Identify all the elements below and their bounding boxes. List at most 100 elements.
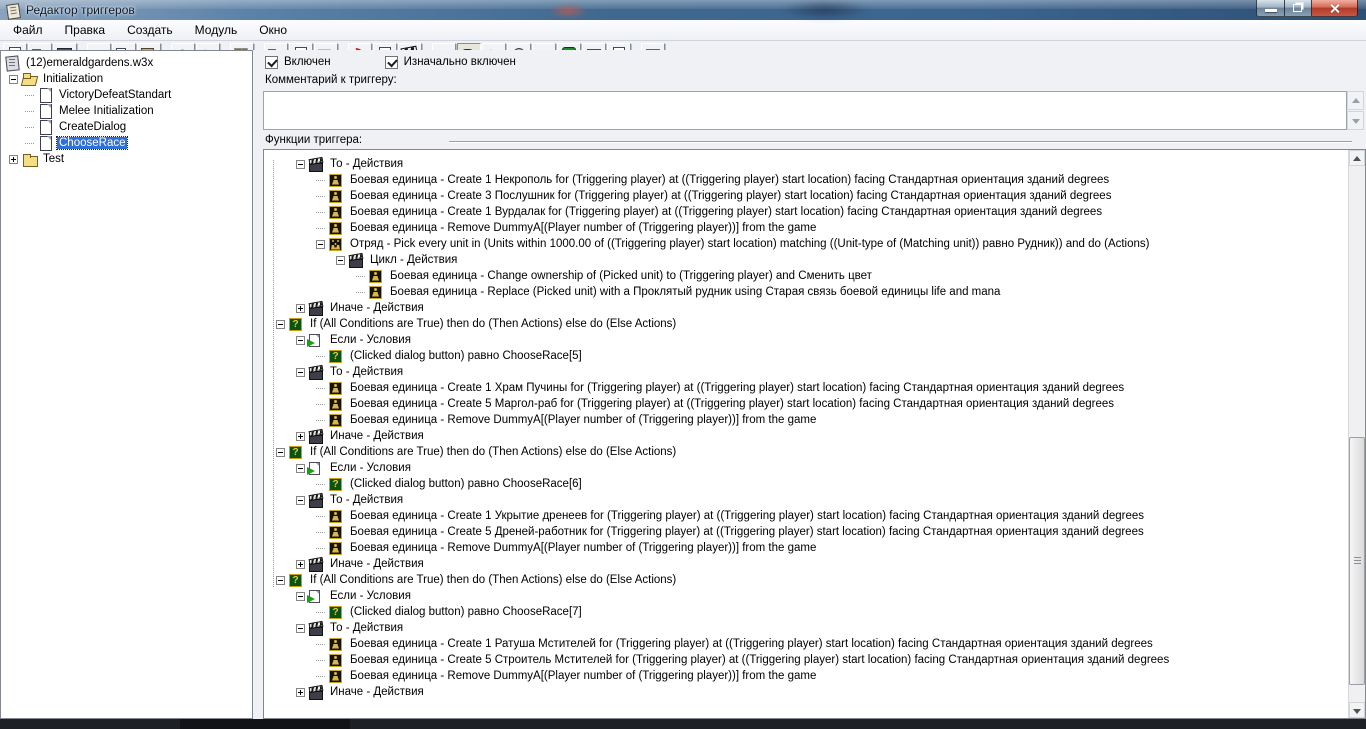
expand-toggle[interactable] [25, 142, 34, 144]
function-row[interactable]: Иначе - Действия [264, 684, 1348, 700]
function-row[interactable]: (Clicked dialog button) равно ChooseRace… [264, 476, 1348, 492]
scroll-down-button[interactable] [1349, 702, 1365, 718]
function-row[interactable]: Боевая единица - Create 3 Послушник for … [264, 188, 1348, 204]
expand-toggle[interactable] [316, 547, 325, 549]
function-row[interactable]: То - Действия [264, 156, 1348, 172]
comment-input[interactable] [263, 91, 1347, 130]
function-row[interactable]: Боевая единица - Remove DummyA[(Player n… [264, 412, 1348, 428]
maximize-button[interactable] [1285, 0, 1312, 17]
function-row[interactable]: If (All Conditions are True) then do (Th… [264, 444, 1348, 460]
function-row[interactable]: Боевая единица - Create 1 Храм Пучины fo… [264, 380, 1348, 396]
function-row[interactable]: If (All Conditions are True) then do (Th… [264, 572, 1348, 588]
expand-toggle[interactable] [296, 463, 305, 473]
expand-toggle[interactable] [296, 159, 305, 169]
category-initialization[interactable]: Initialization [1, 71, 252, 87]
expand-toggle[interactable] [296, 367, 305, 377]
scroll-down-button[interactable] [1347, 111, 1364, 130]
initially-on-checkbox[interactable] [384, 55, 398, 69]
function-row[interactable]: Если - Условия [264, 332, 1348, 348]
function-row[interactable]: Отряд - Pick every unit in (Units within… [264, 236, 1348, 252]
function-row[interactable]: То - Действия [264, 620, 1348, 636]
initially-on-checkbox-group[interactable]: Изначально включен [384, 55, 516, 69]
function-row[interactable]: If (All Conditions are True) then do (Th… [264, 316, 1348, 332]
function-row[interactable]: (Clicked dialog button) равно ChooseRace… [264, 604, 1348, 620]
category-test[interactable]: Test [1, 151, 252, 167]
expand-toggle[interactable] [296, 623, 305, 633]
expand-toggle[interactable] [316, 195, 325, 197]
expand-toggle[interactable] [296, 495, 305, 505]
function-row[interactable]: Боевая единица - Remove DummyA[(Player n… [264, 668, 1348, 684]
expand-toggle[interactable] [316, 643, 325, 645]
function-row[interactable]: Цикл - Действия [264, 252, 1348, 268]
function-row[interactable]: Боевая единица - Create 1 Ратуша Мстител… [264, 636, 1348, 652]
function-row[interactable]: Боевая единица - Create 1 Вурдалак for (… [264, 204, 1348, 220]
enabled-checkbox[interactable] [265, 55, 278, 69]
expand-toggle[interactable] [316, 355, 325, 357]
expand-toggle[interactable] [316, 659, 325, 661]
expand-toggle[interactable] [296, 335, 305, 345]
expand-toggle[interactable] [276, 447, 285, 457]
expand-toggle[interactable] [316, 227, 325, 229]
function-row[interactable]: Боевая единица - Create 5 Строитель Мсти… [264, 652, 1348, 668]
trigger-chooserace[interactable]: ChooseRace [1, 135, 252, 151]
expand-toggle[interactable] [276, 575, 285, 585]
expand-toggle[interactable] [356, 291, 365, 293]
expand-toggle[interactable] [356, 275, 365, 277]
minimize-button[interactable] [1256, 0, 1285, 17]
trigger-createdialog[interactable]: CreateDialog [1, 119, 252, 135]
expand-toggle[interactable] [316, 403, 325, 405]
menu-edit[interactable]: Правка [54, 20, 117, 40]
expand-toggle[interactable] [296, 559, 305, 569]
expand-toggle[interactable] [296, 303, 305, 313]
function-row[interactable]: Иначе - Действия [264, 300, 1348, 316]
expand-toggle[interactable] [336, 255, 345, 265]
panel-splitter[interactable] [253, 50, 261, 719]
menu-file[interactable]: Файл [2, 20, 54, 40]
expand-toggle[interactable] [9, 74, 18, 84]
function-row[interactable]: Если - Условия [264, 460, 1348, 476]
scroll-up-button[interactable] [1347, 91, 1364, 110]
function-row[interactable]: Боевая единица - Remove DummyA[(Player n… [264, 220, 1348, 236]
function-row[interactable]: Боевая единица - Replace (Picked unit) w… [264, 284, 1348, 300]
function-row[interactable]: Боевая единица - Create 5 Маргол-раб for… [264, 396, 1348, 412]
function-row[interactable]: Если - Условия [264, 588, 1348, 604]
function-row[interactable]: Боевая единица - Change ownership of (Pi… [264, 268, 1348, 284]
expand-toggle[interactable] [316, 515, 325, 517]
window-icon[interactable] [6, 3, 21, 18]
trigger-victorydefeatstandart[interactable]: VictoryDefeatStandart [1, 87, 252, 103]
function-row[interactable]: Боевая единица - Create 1 Укрытие дренее… [264, 508, 1348, 524]
close-button[interactable] [1312, 0, 1358, 17]
trigger-melee-initialization[interactable]: Melee Initialization [1, 103, 252, 119]
expand-toggle[interactable] [296, 591, 305, 601]
expand-toggle[interactable] [316, 239, 325, 249]
function-row[interactable]: Боевая единица - Remove DummyA[(Player n… [264, 540, 1348, 556]
expand-toggle[interactable] [316, 179, 325, 181]
expand-toggle[interactable] [276, 319, 285, 329]
expand-toggle[interactable] [316, 675, 325, 677]
scrollbar-thumb[interactable] [1349, 437, 1365, 685]
expand-toggle[interactable] [296, 431, 305, 441]
menu-module[interactable]: Модуль [184, 20, 249, 40]
expand-toggle[interactable] [25, 126, 34, 128]
expand-toggle[interactable] [9, 154, 18, 164]
function-row[interactable]: Боевая единица - Create 5 Дреней-работни… [264, 524, 1348, 540]
expand-toggle[interactable] [316, 611, 325, 613]
expand-toggle[interactable] [296, 687, 305, 697]
expand-toggle[interactable] [316, 211, 325, 213]
function-row[interactable]: То - Действия [264, 492, 1348, 508]
expand-toggle[interactable] [316, 387, 325, 389]
menu-create[interactable]: Создать [116, 20, 184, 40]
function-row[interactable]: (Clicked dialog button) равно ChooseRace… [264, 348, 1348, 364]
function-row[interactable]: Иначе - Действия [264, 556, 1348, 572]
function-row[interactable]: То - Действия [264, 364, 1348, 380]
function-row[interactable]: Иначе - Действия [264, 428, 1348, 444]
map-root-item[interactable]: (12)emeraldgardens.w3x [1, 55, 252, 71]
expand-toggle[interactable] [25, 94, 34, 96]
expand-toggle[interactable] [316, 483, 325, 485]
enabled-checkbox-group[interactable]: Включен [265, 55, 331, 69]
scroll-up-button[interactable] [1349, 150, 1365, 166]
expand-toggle[interactable] [316, 419, 325, 421]
menu-window[interactable]: Окно [248, 20, 298, 40]
function-row[interactable]: Боевая единица - Create 1 Некрополь for … [264, 172, 1348, 188]
expand-toggle[interactable] [25, 110, 34, 112]
